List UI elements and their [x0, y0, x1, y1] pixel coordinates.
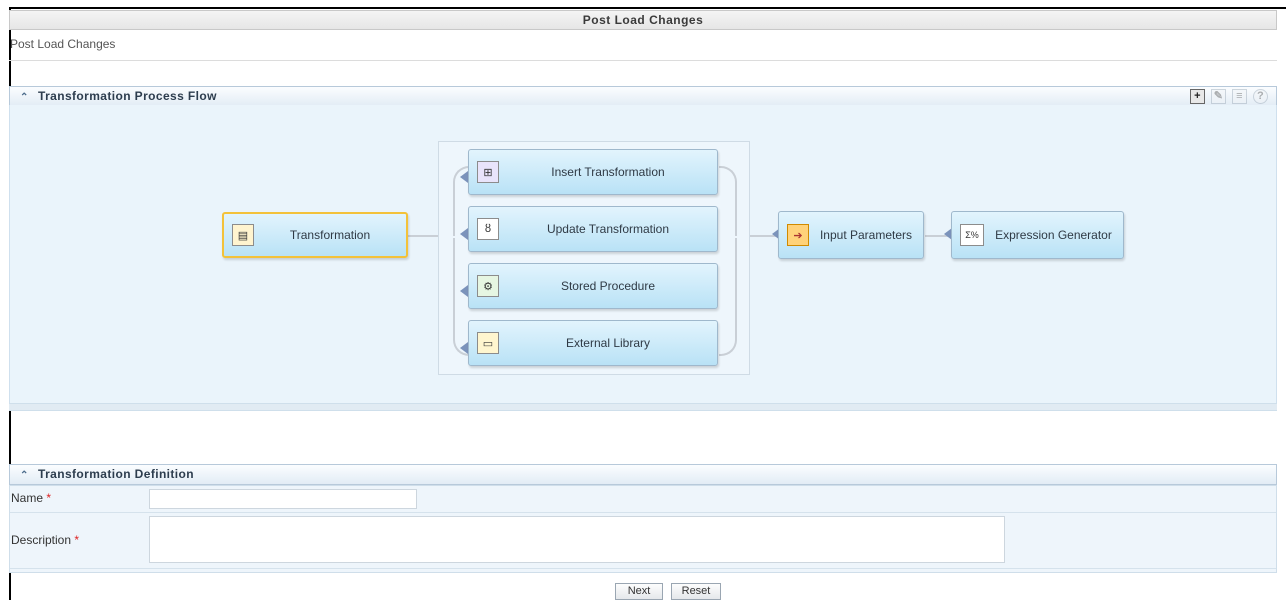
node-insert-transformation[interactable]: ⊞ Insert Transformation [468, 149, 718, 195]
definition-form: Name * Description * [9, 485, 1277, 573]
insert-icon: ⊞ [477, 161, 499, 183]
name-label-text: Name [11, 491, 44, 505]
expression-generator-icon: Σ% [960, 224, 984, 246]
page-title: Post Load Changes [9, 10, 1277, 30]
name-row: Name * [10, 486, 1276, 512]
node-label: External Library [565, 336, 651, 350]
connector-arrow-icon [460, 171, 468, 183]
definition-header: ⌃ Transformation Definition [9, 464, 1277, 485]
connector-arrow-icon [460, 228, 468, 240]
node-input-parameters[interactable]: ➔ Input Parameters [778, 211, 924, 259]
transformation-icon: ▤ [232, 224, 254, 246]
folder-icon: ▭ [477, 332, 499, 354]
required-marker: * [46, 491, 52, 505]
node-label: Input Parameters [819, 228, 913, 242]
stored-procedure-icon: ⚙ [477, 275, 499, 297]
connector-curve [719, 238, 737, 356]
connector-curve [719, 166, 737, 236]
name-label: Name * [11, 491, 51, 505]
node-label: Expression Generator [995, 228, 1112, 242]
collapse-icon[interactable]: ⌃ [20, 466, 32, 485]
node-transformation[interactable]: ▤ Transformation [222, 212, 408, 258]
node-label: Stored Procedure [560, 279, 656, 293]
definition-title: Transformation Definition [38, 467, 195, 481]
description-input[interactable] [149, 516, 1005, 563]
process-flow-footer [9, 403, 1277, 411]
add-icon[interactable]: + [1190, 89, 1205, 104]
breadcrumb: Post Load Changes [10, 37, 116, 51]
form-divider [10, 568, 1276, 569]
input-parameters-icon: ➔ [787, 224, 809, 246]
required-marker: * [74, 533, 80, 547]
node-label: Update Transformation [546, 222, 670, 236]
help-icon[interactable]: ? [1253, 89, 1268, 104]
node-label: Insert Transformation [551, 165, 665, 179]
connector-arrow-icon [460, 285, 468, 297]
breadcrumb-divider [9, 60, 1277, 61]
edit-icon[interactable]: ✎ [1211, 89, 1226, 104]
next-button[interactable]: Next [615, 583, 663, 600]
node-expression-generator[interactable]: Σ% Expression Generator [951, 211, 1124, 259]
description-label-text: Description [11, 533, 72, 547]
update-icon: ȣ [477, 218, 499, 240]
node-stored-procedure[interactable]: ⚙ Stored Procedure [468, 263, 718, 309]
process-flow-header: ⌃ Transformation Process Flow + ✎ ≡ ? [9, 86, 1277, 107]
process-flow-title: Transformation Process Flow [38, 89, 217, 103]
flow-toolbar: + ✎ ≡ ? [1190, 89, 1268, 104]
description-label: Description * [11, 533, 79, 547]
reset-button[interactable]: Reset [671, 583, 721, 600]
delete-icon[interactable]: ≡ [1232, 89, 1247, 104]
process-flow-canvas: ▤ Transformation ⊞ Insert Transformation… [9, 105, 1277, 403]
connector-arrow-icon [460, 342, 468, 354]
node-update-transformation[interactable]: ȣ Update Transformation [468, 206, 718, 252]
description-row: Description * [10, 513, 1276, 567]
name-input[interactable] [149, 489, 417, 509]
connector-line [408, 235, 438, 237]
node-label: Transformation [289, 228, 371, 242]
node-external-library[interactable]: ▭ External Library [468, 320, 718, 366]
